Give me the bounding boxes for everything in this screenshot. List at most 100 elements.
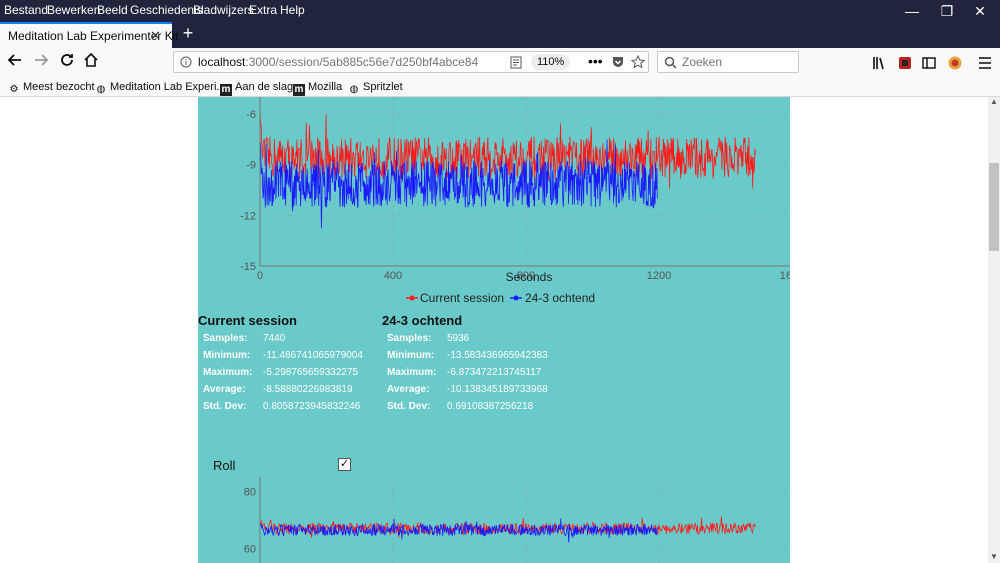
- addon-icon[interactable]: [947, 55, 963, 71]
- reload-button[interactable]: [56, 52, 78, 74]
- close-window-button[interactable]: ✕: [965, 0, 995, 20]
- menu-bewerken[interactable]: Bewerken: [47, 3, 100, 17]
- legend-marker-current: [409, 295, 415, 301]
- x-tick-label: 400: [384, 270, 402, 282]
- roll-label: Roll: [213, 458, 236, 473]
- back-arrow-icon: [7, 54, 21, 66]
- y-tick-label: 80: [244, 486, 256, 498]
- current-maximum-value: -5.298765659332275: [263, 367, 359, 378]
- menu-bestand[interactable]: Bestand: [4, 3, 48, 17]
- current-std-dev-value: 0.8058723945832246: [263, 401, 361, 412]
- sidebar-icon[interactable]: [922, 56, 936, 70]
- stats-previous-title: 24-3 ochtend: [382, 313, 463, 328]
- menu-geschiedenis[interactable]: Geschiedenis: [130, 3, 203, 17]
- url-path: :3000/session/5ab885c56e7d250bf4abce84/v…: [245, 55, 478, 69]
- search-bar[interactable]: Zoeken: [657, 51, 799, 73]
- x-tick-label: 1200: [647, 270, 671, 282]
- info-icon[interactable]: [180, 56, 192, 68]
- reader-view-icon[interactable]: [510, 56, 522, 69]
- samples-label: Samples:: [387, 333, 432, 344]
- url-bar[interactable]: localhost:3000/session/5ab885c56e7d250bf…: [173, 51, 649, 73]
- pocket-icon[interactable]: [611, 55, 625, 69]
- home-icon: [84, 52, 98, 67]
- chart-axes: 80 60: [244, 477, 261, 563]
- hamburger-menu-icon[interactable]: [978, 57, 992, 69]
- current-average-value: -8.58880226983819: [263, 384, 353, 395]
- minimum-label: Minimum:: [203, 350, 251, 361]
- average-label: Average:: [387, 384, 430, 395]
- url-text[interactable]: localhost:3000/session/5ab885c56e7d250bf…: [198, 55, 478, 69]
- bookmark-label: Meest bezocht: [23, 81, 95, 93]
- mozilla-m-icon: m: [220, 84, 232, 96]
- bookmark-spritzlet[interactable]: ◍ Spritzlet: [348, 80, 403, 96]
- roll-chart: 80 60: [244, 477, 790, 563]
- extension-icon[interactable]: [898, 56, 912, 70]
- previous-maximum-value: -6.873472213745117: [447, 367, 542, 378]
- current-samples-value: 7440: [263, 333, 286, 344]
- search-icon: [664, 56, 677, 69]
- globe-icon: ◍: [96, 84, 106, 95]
- bookmark-star-icon[interactable]: [631, 55, 645, 69]
- y-tick-label: -9: [246, 160, 256, 172]
- x-tick-label: 1600: [780, 270, 790, 282]
- y-tick-label: -15: [240, 261, 256, 273]
- page-content: -6-9-12-15040080012001600 Seconds Curren…: [0, 97, 988, 563]
- bookmark-mozilla[interactable]: m Mozilla: [293, 80, 342, 96]
- legend-previous: 24-3 ochtend: [525, 291, 595, 305]
- menu-bar: Bestand Bewerken Beeld Geschiedenis Blad…: [0, 0, 1000, 20]
- session-panel: -6-9-12-15040080012001600 Seconds Curren…: [198, 97, 790, 563]
- tab-close-icon[interactable]: ✕: [150, 28, 161, 44]
- series-line-previous: [259, 518, 658, 543]
- library-icon[interactable]: [872, 56, 886, 70]
- x-tick-label: 0: [257, 270, 263, 282]
- url-host: localhost: [198, 55, 246, 69]
- scroll-thumb[interactable]: [989, 163, 999, 251]
- y-tick-label: -6: [246, 109, 256, 121]
- menu-beeld[interactable]: Beeld: [97, 3, 128, 17]
- bookmark-label: Aan de slag: [235, 81, 294, 93]
- new-tab-button[interactable]: +: [178, 22, 198, 46]
- chart-series: [259, 516, 756, 543]
- maximum-label: Maximum:: [203, 367, 253, 378]
- page-actions-icon[interactable]: •••: [588, 53, 603, 69]
- globe-icon: ◍: [349, 84, 359, 95]
- menu-bladwijzers[interactable]: Bladwijzers: [193, 3, 254, 17]
- zoom-level-badge[interactable]: 110%: [531, 54, 571, 70]
- forward-button[interactable]: [30, 52, 52, 74]
- search-placeholder: Zoeken: [682, 55, 723, 69]
- previous-std-dev-value: 0.69108387256218: [447, 401, 534, 412]
- bookmarks-bar: ⚙ Meest bezocht ◍ Meditation Lab Experi...…: [0, 78, 1000, 97]
- average-label: Average:: [203, 384, 246, 395]
- bookmark-meest-bezocht[interactable]: ⚙ Meest bezocht: [8, 80, 95, 96]
- mozilla-m-icon: m: [293, 84, 305, 96]
- bookmark-label: Mozilla: [308, 81, 343, 93]
- roll-checkbox[interactable]: ✓: [338, 458, 351, 471]
- bookmark-label: Meditation Lab Experi...: [110, 81, 226, 93]
- stats-current-title: Current session: [198, 313, 297, 328]
- scroll-down-icon[interactable]: ▼: [990, 552, 998, 561]
- bookmark-label: Spritzlet: [363, 81, 403, 93]
- navigation-bar: localhost:3000/session/5ab885c56e7d250bf…: [0, 48, 1000, 78]
- page-scrollbar[interactable]: ▲ ▼: [988, 97, 1000, 563]
- maximum-label: Maximum:: [387, 367, 437, 378]
- forward-arrow-icon: [35, 54, 49, 66]
- home-button[interactable]: [80, 52, 102, 74]
- back-button[interactable]: [4, 52, 26, 74]
- std-dev-label: Std. Dev:: [203, 401, 247, 412]
- restore-button[interactable]: ❐: [932, 0, 962, 20]
- legend-current: Current session: [420, 291, 504, 305]
- chart-series: [259, 110, 756, 229]
- y-tick-label: -12: [240, 210, 256, 222]
- y-tick-label: 60: [244, 544, 256, 556]
- menu-extra[interactable]: Extra: [249, 3, 277, 17]
- gear-icon: ⚙: [9, 84, 19, 95]
- menu-help[interactable]: Help: [280, 3, 305, 17]
- std-dev-label: Std. Dev:: [387, 401, 431, 412]
- bookmark-meditation-lab[interactable]: ◍ Meditation Lab Experi...: [95, 80, 226, 96]
- scroll-up-icon[interactable]: ▲: [990, 97, 998, 106]
- tab-meditation-lab[interactable]: Meditation Lab Experimenter Kit ✕: [0, 22, 179, 48]
- minimize-button[interactable]: —: [897, 0, 927, 20]
- previous-minimum-value: -13.583436965942383: [447, 350, 548, 361]
- bookmark-aan-de-slag[interactable]: m Aan de slag: [220, 80, 293, 96]
- reload-icon: [61, 54, 73, 66]
